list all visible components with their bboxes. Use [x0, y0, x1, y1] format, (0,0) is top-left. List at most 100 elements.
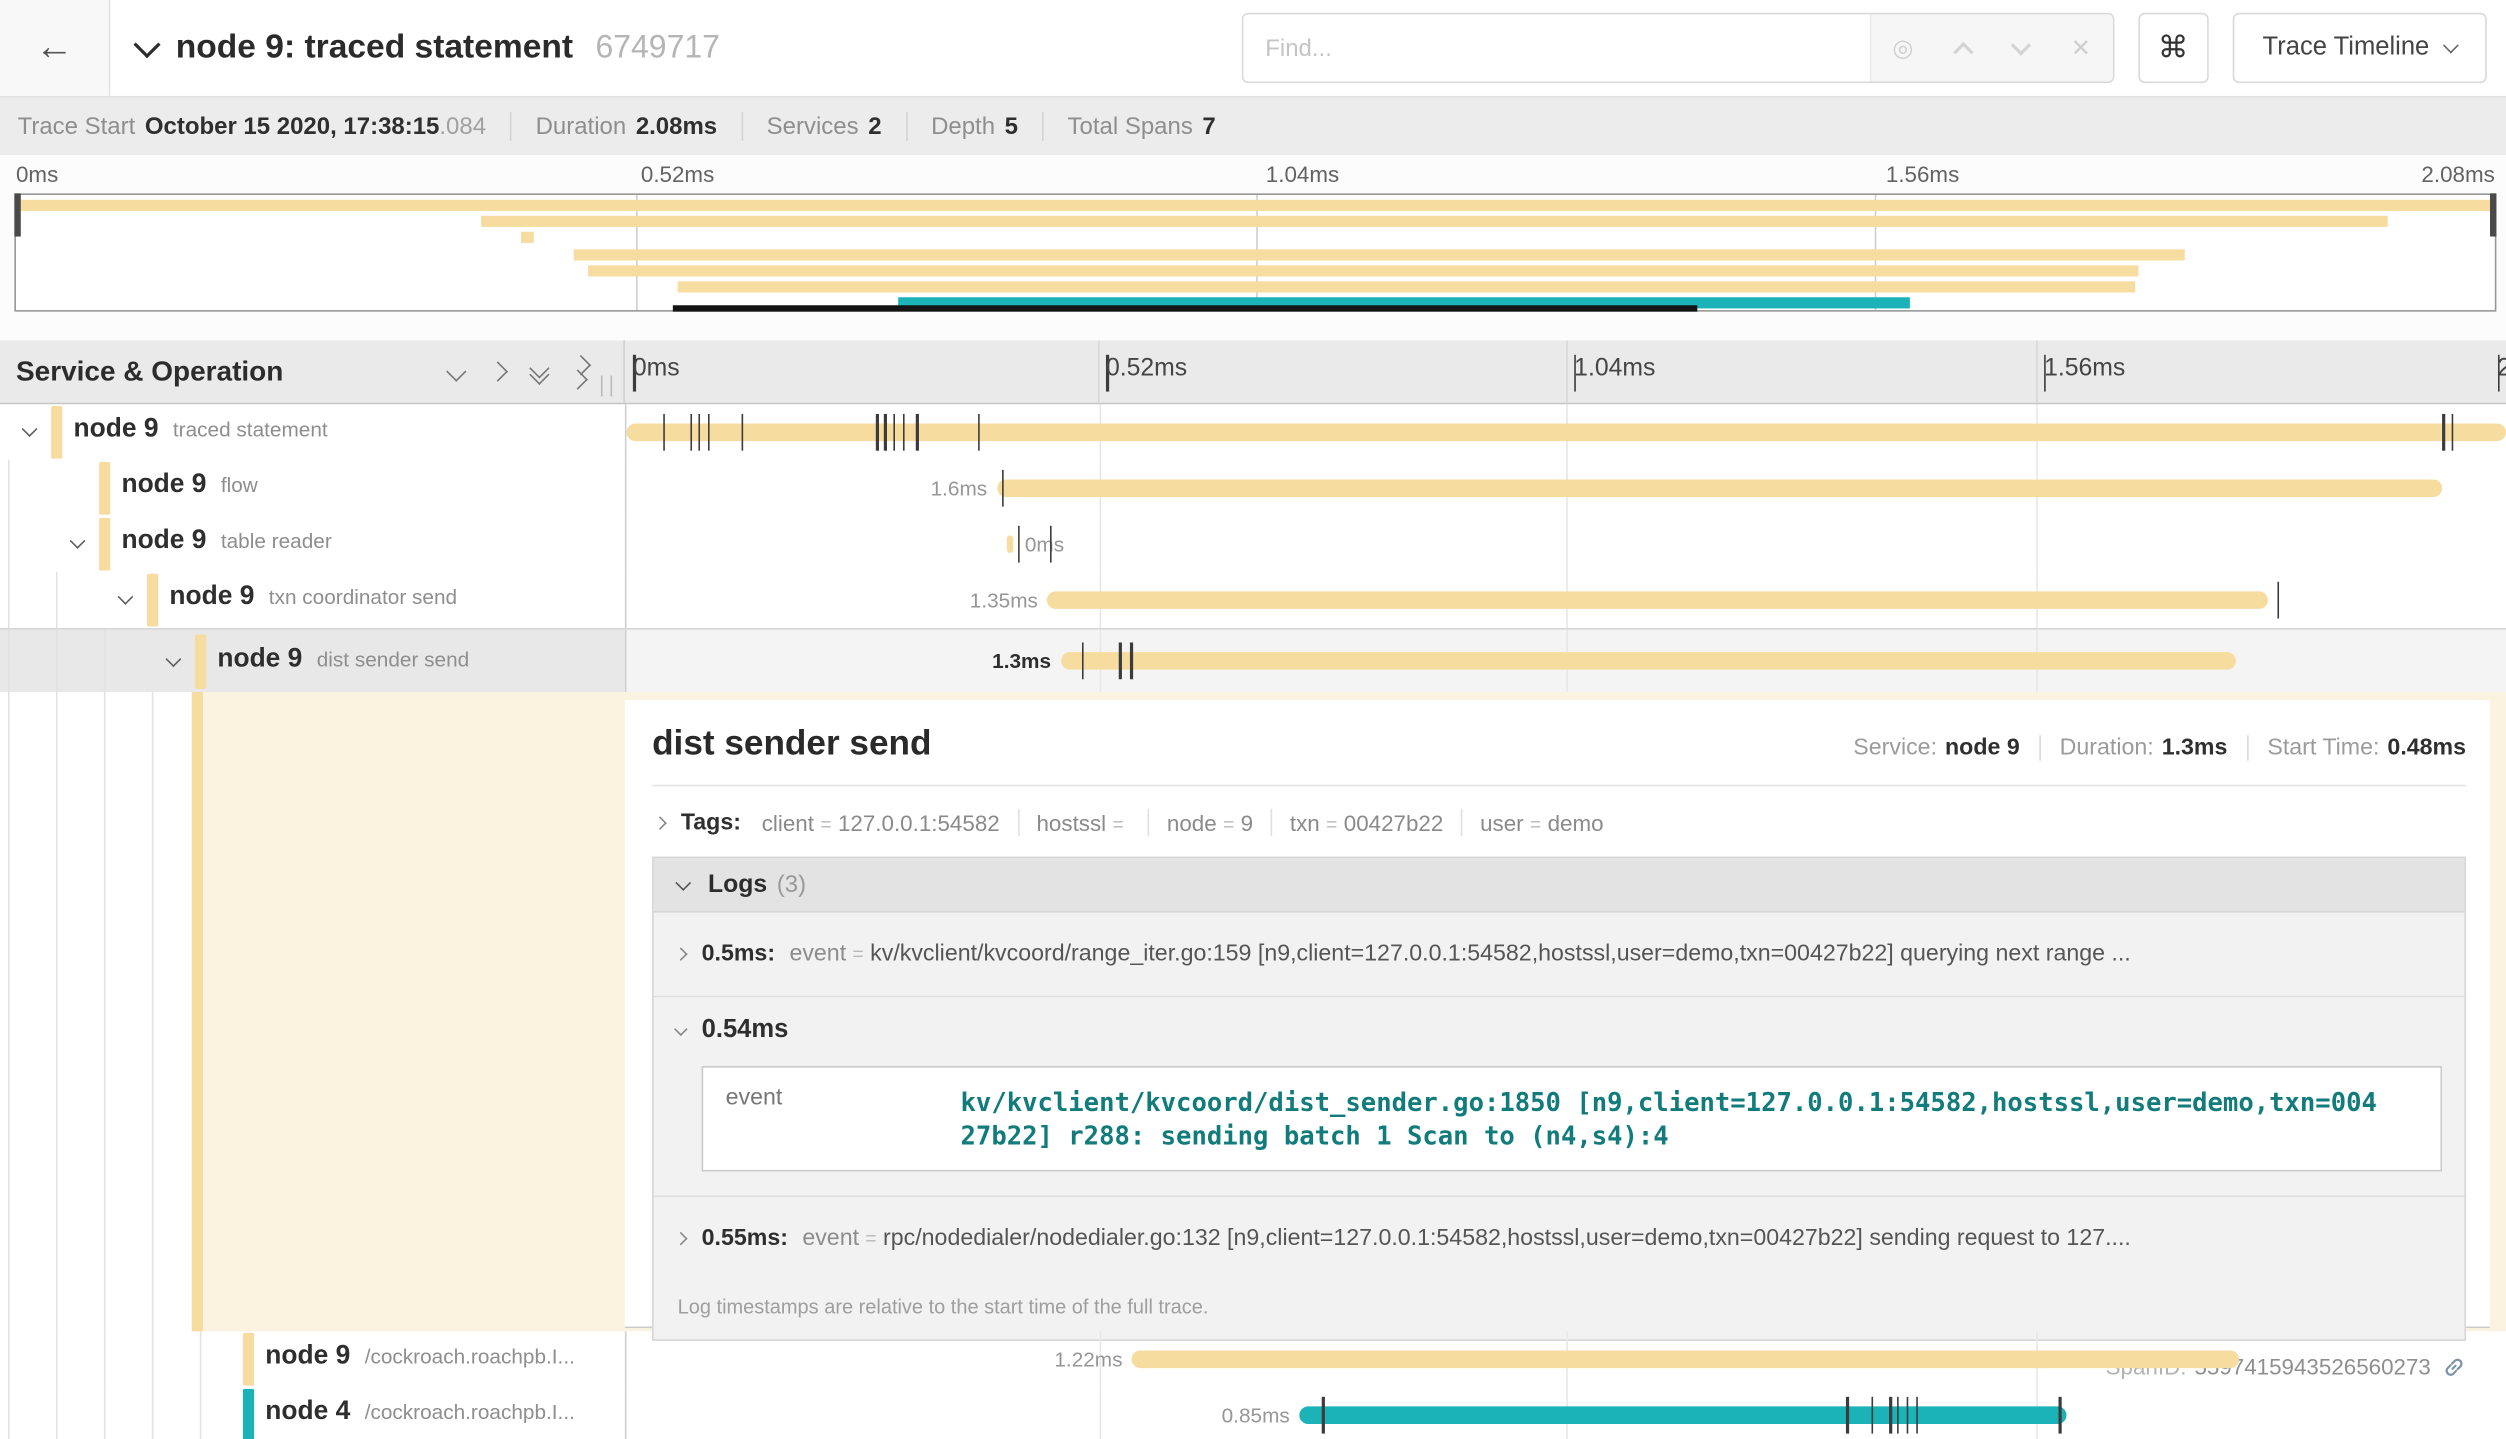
log-marker-tick[interactable]	[1049, 526, 1051, 563]
log-marker-tick[interactable]	[884, 414, 886, 451]
log-marker-tick[interactable]	[741, 414, 743, 451]
command-icon: ⌘	[2158, 30, 2188, 67]
log-marker-tick[interactable]	[698, 414, 700, 451]
span-duration-bar[interactable]	[1048, 591, 2268, 609]
logs-collapse-chevron-icon	[675, 874, 691, 890]
tag-client: client=127.0.0.1:54582	[762, 809, 1000, 835]
log-marker-tick[interactable]	[1081, 642, 1083, 679]
span-duration-bar[interactable]	[997, 479, 2442, 497]
logs-header[interactable]: Logs (3)	[654, 858, 2465, 912]
log-marker-tick[interactable]	[1001, 470, 1003, 507]
collapse-one-icon[interactable]	[449, 364, 463, 378]
column-resizer-handle[interactable]	[601, 376, 612, 397]
find-suffix-controls: ◎ ✕	[1869, 14, 2112, 81]
span-row[interactable]: node 4/cockroach.roachpb.I...0.85ms	[0, 1387, 2506, 1439]
span-collapse-chevron-icon[interactable]	[22, 421, 38, 437]
span-row[interactable]: node 9flow1.6ms	[0, 460, 2506, 516]
log-marker-tick[interactable]	[2451, 414, 2453, 451]
log-marker-tick[interactable]	[1130, 642, 1132, 679]
span-row[interactable]: node 9traced statement	[0, 404, 2506, 460]
log-entry[interactable]: 0.55ms:event=rpc/nodedialer/nodedialer.g…	[654, 1195, 2465, 1280]
log-marker-tick[interactable]	[1017, 526, 1019, 563]
next-match-icon[interactable]	[2010, 35, 2030, 55]
timeline-gridline	[2036, 516, 2038, 572]
span-color-bar	[195, 634, 206, 688]
collapse-all-icon[interactable]	[532, 361, 546, 382]
keyboard-shortcuts-button[interactable]: ⌘	[2138, 13, 2208, 83]
log-marker-tick[interactable]	[2059, 1397, 2061, 1434]
span-duration-bar[interactable]	[1299, 1406, 2066, 1424]
minimap-tick-1: 0.52ms	[641, 161, 714, 187]
log-marker-tick[interactable]	[1119, 642, 1121, 679]
span-duration-label: 1.3ms	[992, 649, 1051, 673]
log-marker-tick[interactable]	[978, 414, 980, 451]
detail-meta-item: Start Time:0.48ms	[2267, 735, 2466, 761]
log-marker-tick[interactable]	[1916, 1397, 1918, 1434]
log-marker-tick[interactable]	[2277, 582, 2279, 619]
expand-one-icon[interactable]	[491, 364, 505, 378]
summary-item: Trace StartOctober 15 2020, 17:38:15.084	[18, 113, 486, 140]
prev-match-icon[interactable]	[1953, 41, 1973, 61]
expand-all-icon[interactable]	[574, 357, 588, 386]
indent-guide	[104, 1387, 106, 1439]
span-detail-panel: dist sender send Service:node 9Duration:…	[625, 692, 2506, 1331]
detail-meta-item: Service:node 9	[1853, 735, 2019, 761]
indent-guide	[152, 1387, 154, 1439]
log-marker-tick[interactable]	[1890, 1397, 1892, 1434]
view-selector-dropdown[interactable]: Trace Timeline	[2232, 13, 2487, 83]
service-name: node 4/cockroach.roachpb.I...	[265, 1397, 575, 1427]
log-marker-tick[interactable]	[876, 414, 878, 451]
log-marker-tick[interactable]	[1846, 1397, 1848, 1434]
top-bar: ← node 9: traced statement 6749717 ◎ ✕ ⌘	[0, 0, 2506, 97]
operation-name: traced statement	[173, 417, 328, 441]
find-input[interactable]	[1243, 14, 1869, 81]
log-marker-tick[interactable]	[1897, 1397, 1899, 1434]
clear-search-icon[interactable]: ✕	[2071, 36, 2091, 60]
minimap-left-scrubber[interactable]	[14, 193, 20, 236]
log-marker-tick[interactable]	[690, 414, 692, 451]
span-collapse-chevron-icon[interactable]	[70, 533, 86, 549]
span-duration-bar[interactable]	[1061, 652, 2236, 670]
timeline-gridline	[1567, 516, 1569, 572]
span-row[interactable]: node 9dist sender send1.3ms	[0, 628, 2506, 692]
log-marker-tick[interactable]	[1871, 1397, 1873, 1434]
minimap-viewport-bar[interactable]	[673, 305, 1697, 311]
span-detail-left-column	[0, 692, 625, 1331]
log-marker-tick[interactable]	[707, 414, 709, 451]
log-marker-tick[interactable]	[1906, 1397, 1908, 1434]
log-marker-tick[interactable]	[2442, 414, 2444, 451]
span-color-bar	[147, 574, 158, 627]
minimap-canvas[interactable]	[14, 193, 2496, 311]
back-button[interactable]: ←	[0, 0, 110, 96]
span-duration-bar[interactable]	[626, 424, 2505, 442]
minimap-span-bar	[678, 281, 2136, 292]
log-marker-tick[interactable]	[893, 414, 895, 451]
tags-row[interactable]: Tags: client=127.0.0.1:54582hostssl=node…	[652, 786, 2466, 856]
service-name: node 9table reader	[121, 526, 331, 556]
logs-section: Logs (3) 0.5ms:event=kv/kvclient/kvcoord…	[652, 857, 2466, 1341]
minimap-right-scrubber[interactable]	[2490, 193, 2496, 236]
span-rows: node 9traced statementnode 9flow1.6msnod…	[0, 404, 2506, 1439]
logs-title: Logs	[708, 870, 767, 899]
log-marker-tick[interactable]	[663, 414, 665, 451]
log-marker-tick[interactable]	[916, 414, 918, 451]
locate-icon[interactable]: ◎	[1892, 36, 1913, 60]
span-duration-bar[interactable]	[1006, 535, 1014, 553]
minimap-span-bar	[589, 265, 2138, 276]
span-collapse-chevron-icon[interactable]	[165, 651, 181, 667]
span-collapse-chevron-icon[interactable]	[118, 589, 134, 605]
minimap-span-bar	[522, 232, 534, 243]
operation-name: table reader	[221, 529, 332, 553]
span-row[interactable]: node 9txn coordinator send1.35ms	[0, 572, 2506, 628]
log-entry-header[interactable]: 0.54ms	[676, 1016, 2442, 1045]
log-entry[interactable]: 0.5ms:event=kv/kvclient/kvcoord/range_it…	[654, 913, 2465, 996]
log-marker-tick[interactable]	[903, 414, 905, 451]
minimap-tick-3: 1.56ms	[1886, 161, 1959, 187]
span-detail-row: dist sender send Service:node 9Duration:…	[0, 692, 2506, 1331]
log-marker-tick[interactable]	[1322, 1397, 1324, 1434]
span-row[interactable]: node 9/cockroach.roachpb.I...1.22ms	[0, 1331, 2506, 1387]
span-color-bar	[99, 518, 110, 571]
span-row[interactable]: node 9table reader0ms	[0, 516, 2506, 572]
span-duration-bar[interactable]	[1132, 1350, 2239, 1368]
collapse-trace-chevron-icon[interactable]	[133, 30, 160, 57]
